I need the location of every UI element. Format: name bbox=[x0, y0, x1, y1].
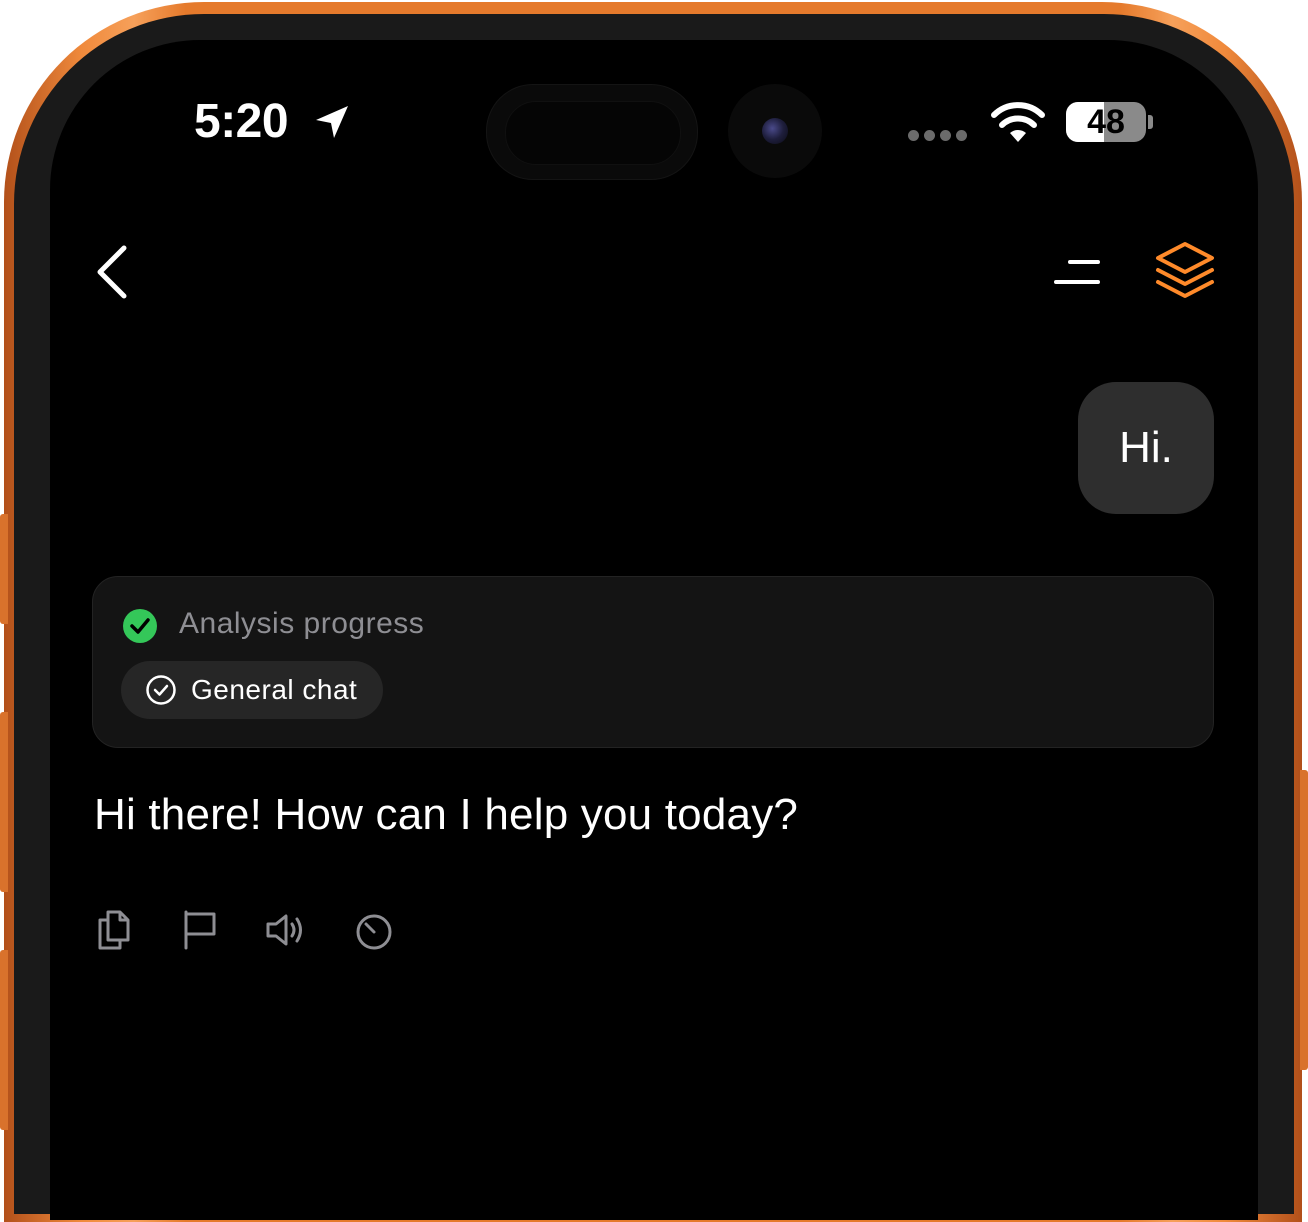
wifi-icon bbox=[991, 102, 1045, 142]
status-time: 5:20 bbox=[194, 95, 289, 148]
dynamic-island bbox=[486, 84, 698, 180]
general-chat-chip[interactable]: General chat bbox=[121, 661, 384, 719]
power-button bbox=[1300, 770, 1308, 1070]
camera-lens bbox=[762, 118, 788, 144]
chip-label: General chat bbox=[191, 674, 358, 705]
analysis-title: Analysis progress bbox=[179, 607, 425, 640]
front-camera bbox=[728, 84, 822, 178]
user-message-bubble: Hi. bbox=[1078, 382, 1214, 514]
check-circle-icon bbox=[146, 675, 176, 705]
dynamic-island-inner bbox=[505, 101, 681, 165]
copy-icon[interactable] bbox=[94, 906, 138, 954]
phone-screen: 5:20 48 Hi. Analysis progress General ch… bbox=[50, 40, 1258, 1220]
status-check-icon bbox=[123, 609, 157, 643]
timer-icon[interactable] bbox=[352, 906, 396, 954]
layers-icon[interactable] bbox=[1150, 236, 1220, 306]
cellular-signal-icon bbox=[908, 128, 972, 142]
analysis-progress-card[interactable]: Analysis progress General chat bbox=[92, 576, 1214, 748]
speaker-icon[interactable] bbox=[264, 906, 308, 954]
volume-up-button bbox=[0, 712, 8, 892]
flag-icon[interactable] bbox=[178, 906, 222, 954]
menu-icon[interactable] bbox=[1050, 250, 1104, 294]
battery-icon: 48 bbox=[1066, 102, 1146, 142]
action-button bbox=[0, 514, 8, 624]
volume-down-button bbox=[0, 950, 8, 1130]
battery-nub bbox=[1148, 115, 1153, 129]
location-arrow-icon bbox=[316, 106, 348, 138]
assistant-message: Hi there! How can I help you today? bbox=[94, 790, 799, 839]
chevron-left-icon[interactable] bbox=[90, 240, 134, 304]
battery-level: 48 bbox=[1087, 103, 1125, 141]
